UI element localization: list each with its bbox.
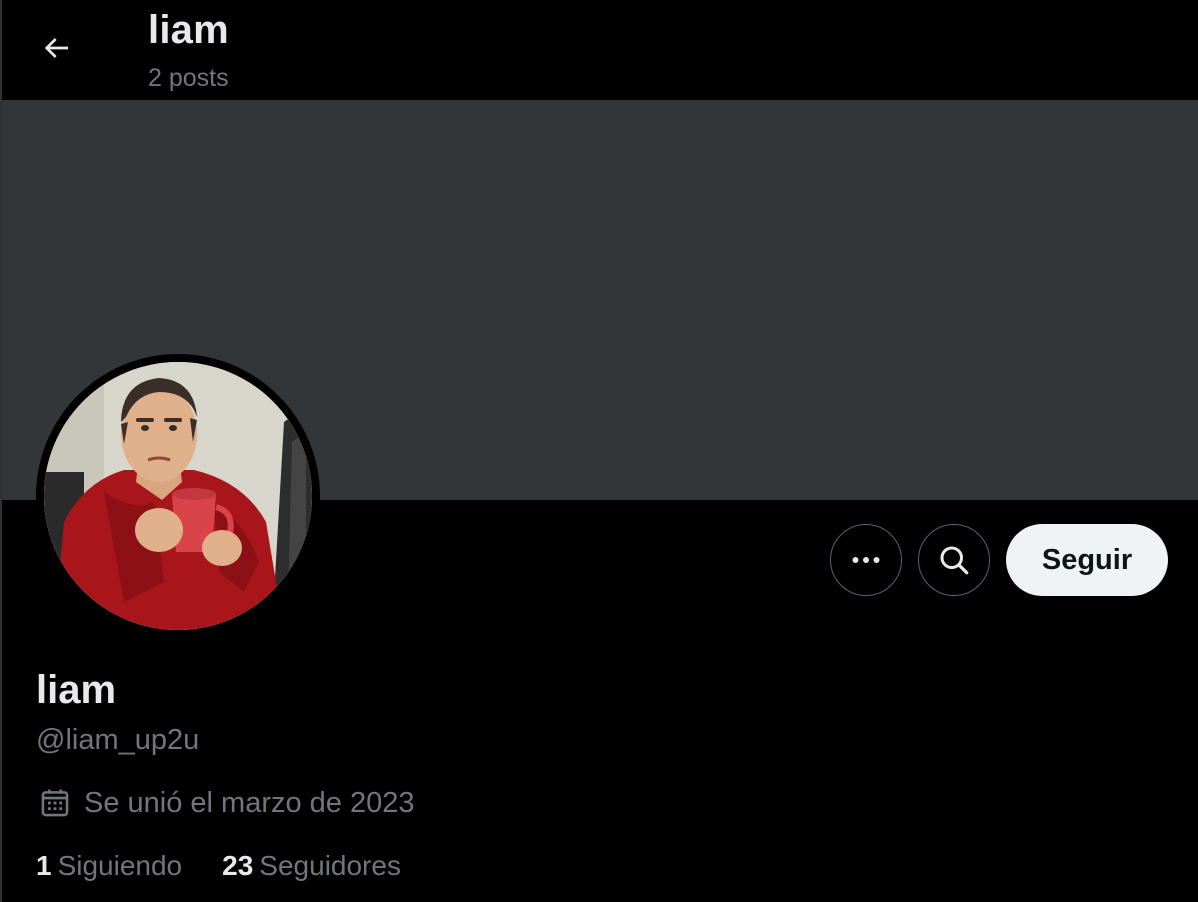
- profile-page: liam 2 posts Seguir liam @liam_up2u Se u…: [0, 0, 1198, 902]
- followers-link[interactable]: 23 Seguidores: [222, 850, 401, 882]
- avatar[interactable]: [36, 354, 320, 638]
- search-profile-button[interactable]: [918, 524, 990, 596]
- followers-count: 23: [222, 850, 254, 881]
- following-link[interactable]: 1 Siguiendo: [36, 850, 182, 882]
- header-title: liam: [148, 8, 229, 52]
- more-horizontal-icon: [852, 557, 880, 563]
- join-date-text: Se unió el marzo de 2023: [84, 786, 415, 819]
- profile-header: liam 2 posts: [2, 0, 1198, 100]
- search-icon: [940, 546, 969, 575]
- header-post-count: 2 posts: [148, 64, 229, 92]
- user-handle: @liam_up2u: [36, 724, 200, 756]
- followers-label: Seguidores: [259, 850, 401, 881]
- avatar-photo: [44, 362, 312, 630]
- following-count: 1: [36, 850, 52, 881]
- following-label: Siguiendo: [57, 850, 183, 881]
- arrow-left-icon: [44, 38, 68, 58]
- calendar-icon: [41, 789, 69, 817]
- more-options-button[interactable]: [830, 524, 902, 596]
- display-name: liam: [36, 668, 117, 712]
- follow-stats: 1 Siguiendo 23 Seguidores: [36, 850, 401, 882]
- follow-button[interactable]: Seguir: [1006, 524, 1168, 596]
- join-date: Se unió el marzo de 2023: [38, 786, 415, 820]
- back-button[interactable]: [32, 24, 80, 72]
